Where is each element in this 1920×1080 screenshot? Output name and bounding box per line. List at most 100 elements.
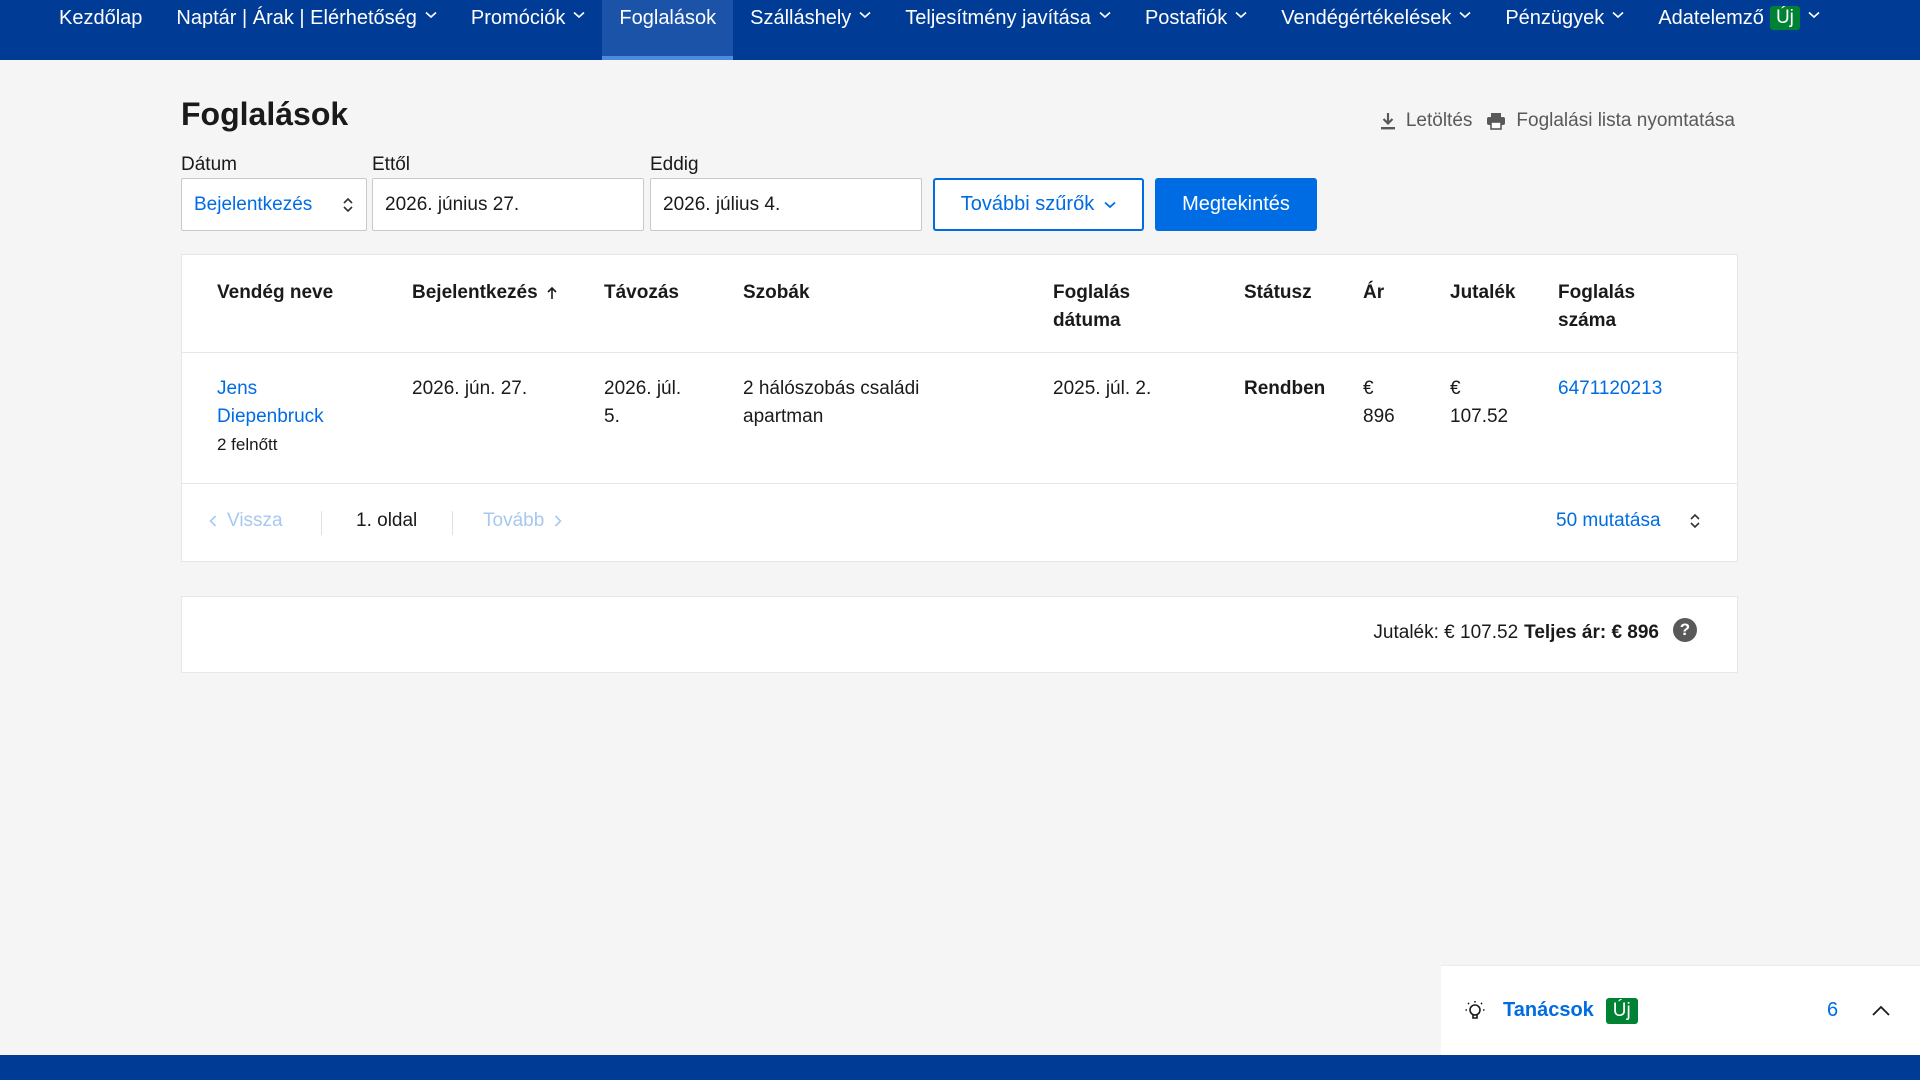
rooms-cell: 2 hálószobás családi apartman	[743, 375, 919, 431]
chevron-down-icon	[1612, 11, 1624, 19]
print-list-label: Foglalási lista nyomtatása	[1516, 110, 1735, 131]
updown-chevron-icon	[343, 197, 353, 212]
download-button[interactable]: Letöltés	[1380, 110, 1472, 132]
tips-panel[interactable]: Tanácsok Új 6	[1441, 965, 1920, 1055]
nav-item-label: Adatelemző	[1658, 7, 1764, 29]
guest-cell: Jens Diepenbruck 2 felnőtt	[217, 375, 324, 459]
rooms-line2: apartman	[743, 406, 824, 427]
nav-item-performance[interactable]: Teljesítmény javítása	[888, 0, 1128, 60]
chevron-down-icon	[1235, 11, 1247, 19]
tips-label: Tanácsok	[1503, 999, 1594, 1021]
chevron-up-icon[interactable]	[1871, 1005, 1891, 1017]
pagination-back-label: Vissza	[227, 510, 283, 531]
pagination-next-button[interactable]: Tovább	[483, 510, 562, 532]
nav-item-reservations[interactable]: Foglalások	[602, 0, 734, 60]
from-date-input[interactable]: 2026. június 27.	[372, 178, 644, 231]
chevron-left-icon	[209, 515, 217, 527]
checkin-cell: 2026. jún. 27.	[412, 378, 528, 399]
download-icon	[1380, 113, 1395, 130]
chevron-down-icon	[859, 11, 871, 19]
header-divider	[182, 352, 1737, 353]
guest-first-name: Jens	[217, 378, 258, 399]
date-type-select[interactable]: Bejelentkezés	[181, 178, 367, 231]
updown-chevron-icon	[1690, 513, 1700, 529]
column-header-guest[interactable]: Vendég neve	[217, 279, 333, 307]
chevron-right-icon	[555, 515, 562, 527]
nav-item-label: Foglalások	[619, 7, 717, 29]
nav-item-label: Naptár | Árak | Elérhetőség	[176, 7, 417, 29]
nav-item-label: Pénzügyek	[1505, 7, 1605, 29]
commission-amount: 107.52	[1450, 406, 1509, 427]
pagination-current-page: 1. oldal	[356, 510, 418, 531]
reservations-table: Vendég neve Bejelentkezés Távozás Szobák…	[181, 254, 1738, 562]
chevron-down-icon	[1104, 201, 1116, 208]
nav-item-promotions[interactable]: Promóciók	[454, 0, 602, 60]
nav-item-guest-reviews[interactable]: Vendégértékelések	[1264, 0, 1488, 60]
nav-item-label: Szálláshely	[750, 7, 852, 29]
chevron-down-icon	[425, 11, 437, 19]
new-badge: Új	[1605, 997, 1638, 1024]
tips-count: 6	[1827, 999, 1839, 1021]
column-header-booking-number-line2: száma	[1558, 310, 1617, 331]
nav-item-finance[interactable]: Pénzügyek	[1488, 0, 1641, 60]
row-divider	[182, 483, 1737, 484]
nav-item-home[interactable]: Kezdőlap	[42, 0, 159, 60]
column-header-booking-number: Foglalás száma	[1558, 279, 1635, 335]
column-header-checkin-label: Bejelentkezés	[412, 282, 538, 303]
guest-count: 2 felnőtt	[217, 435, 278, 454]
page-title: Foglalások	[181, 96, 349, 132]
chevron-down-icon	[1099, 11, 1111, 19]
date-type-value: Bejelentkezés	[194, 193, 313, 215]
lightbulb-icon	[1465, 1000, 1485, 1019]
from-date-label: Ettől	[372, 154, 411, 175]
checkout-line1: 2026. júl.	[604, 378, 682, 399]
column-header-booking-date[interactable]: Foglalás dátuma	[1053, 279, 1130, 335]
column-header-price: Ár	[1363, 282, 1385, 303]
new-badge: Új	[1769, 6, 1800, 30]
from-date-value: 2026. június 27.	[385, 193, 520, 215]
nav-item-analytics[interactable]: Adatelemző Új	[1641, 0, 1837, 60]
header-actions: Letöltés Foglalási lista nyomtatása	[1380, 110, 1735, 132]
pagination-next-label: Tovább	[483, 510, 545, 531]
guest-name-link[interactable]: Jens Diepenbruck	[217, 378, 324, 427]
more-filters-button[interactable]: További szűrők	[933, 178, 1144, 231]
per-page-label: 50 mutatása	[1556, 510, 1661, 531]
price-total: Teljes ár: € 896	[1524, 622, 1659, 643]
nav-item-label: Postafiók	[1144, 7, 1228, 29]
pagination-back-button[interactable]: Vissza	[209, 510, 283, 532]
booking-number-link[interactable]: 6471120213	[1558, 375, 1662, 403]
column-header-commission: Jutalék	[1450, 282, 1516, 303]
nav-item-property[interactable]: Szálláshely	[733, 0, 888, 60]
to-date-input[interactable]: 2026. július 4.	[650, 178, 922, 231]
price-cell: € 896	[1363, 375, 1395, 431]
status-cell: Rendben	[1244, 378, 1326, 399]
checkout-line2: 5.	[604, 406, 620, 427]
nav-item-inbox[interactable]: Postafiók	[1128, 0, 1264, 60]
chevron-down-icon	[1808, 11, 1820, 19]
price-currency: €	[1363, 378, 1374, 399]
top-navigation: Kezdőlap Naptár | Árak | Elérhetőség Pro…	[0, 0, 1920, 60]
nav-item-calendar[interactable]: Naptár | Árak | Elérhetőség	[159, 0, 454, 60]
nav-item-label: Teljesítmény javítása	[905, 7, 1091, 29]
rooms-line1: 2 hálószobás családi	[743, 378, 920, 399]
booking-date-cell: 2025. júl. 2.	[1053, 378, 1152, 399]
column-header-booking-number-line1: Foglalás	[1558, 282, 1636, 303]
pagination-divider	[321, 511, 322, 535]
column-header-status: Státusz	[1244, 282, 1312, 303]
sort-ascending-icon	[547, 286, 557, 299]
totals-row: Jutalék: € 107.52 Teljes ár: € 896 ?	[1373, 618, 1697, 644]
help-icon[interactable]: ?	[1673, 618, 1697, 642]
totals-summary: Jutalék: € 107.52 Teljes ár: € 896 ?	[181, 596, 1738, 673]
nav-item-label: Promóciók	[470, 7, 566, 29]
view-button[interactable]: Megtekintés	[1155, 178, 1317, 231]
commission-total: Jutalék: € 107.52	[1373, 622, 1519, 643]
to-date-label: Eddig	[650, 154, 699, 175]
printer-icon	[1487, 113, 1506, 130]
per-page-select[interactable]: 50 mutatása	[1556, 510, 1701, 532]
to-date-value: 2026. július 4.	[663, 193, 781, 215]
column-header-checkout[interactable]: Távozás	[604, 279, 679, 307]
column-header-checkin[interactable]: Bejelentkezés	[412, 279, 558, 307]
commission-cell: € 107.52	[1450, 375, 1508, 431]
guest-last-name: Diepenbruck	[217, 406, 324, 427]
print-list-button[interactable]: Foglalási lista nyomtatása	[1486, 110, 1735, 132]
